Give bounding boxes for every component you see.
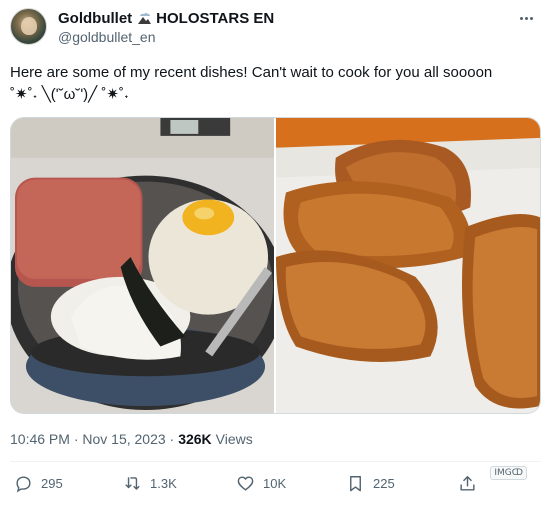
like-button[interactable]: 10K xyxy=(236,474,286,493)
photo-fried-chicken[interactable] xyxy=(276,118,540,413)
img-badge[interactable]: IMGↀ xyxy=(490,466,527,480)
views-count: 326K xyxy=(178,431,212,447)
user-handle[interactable]: @goldbullet_en xyxy=(58,29,156,45)
photo-spam-egg-rice[interactable] xyxy=(11,118,274,413)
share-icon xyxy=(460,476,475,491)
views-label: Views xyxy=(215,431,253,447)
cloud-mountain-icon xyxy=(138,12,152,24)
timestamp[interactable]: 10:46 PM · Nov 15, 2023 · xyxy=(10,431,174,447)
action-bar: 295 1.3K 10K 225 IMGↀ xyxy=(10,466,541,500)
reply-icon xyxy=(16,476,31,493)
repost-icon xyxy=(125,477,140,490)
bookmark-icon xyxy=(350,476,361,492)
display-name-suffix[interactable]: HOLOSTARS EN xyxy=(156,10,274,27)
repost-count: 1.3K xyxy=(150,476,177,491)
more-icon[interactable] xyxy=(515,10,537,26)
name-row: Goldbullet HOLOSTARS EN xyxy=(58,10,274,27)
bookmark-count: 225 xyxy=(373,476,395,491)
display-name[interactable]: Goldbullet xyxy=(58,10,132,27)
heart-icon xyxy=(237,476,254,491)
like-count: 10K xyxy=(263,476,287,491)
tweet-text: Here are some of my recent dishes! Can't… xyxy=(10,64,493,103)
avatar[interactable] xyxy=(10,8,47,45)
bookmark-button[interactable]: 225 xyxy=(346,474,395,493)
divider xyxy=(10,461,541,462)
reply-button[interactable]: 295 xyxy=(14,474,63,493)
reply-count: 295 xyxy=(41,476,63,491)
repost-button[interactable]: 1.3K xyxy=(123,474,177,493)
share-button[interactable] xyxy=(458,474,477,493)
tweet-header: Goldbullet HOLOSTARS EN @goldbullet_en xyxy=(10,8,541,48)
tweet-media xyxy=(10,117,541,414)
tweet-meta: 10:46 PM · Nov 15, 2023 · 326K Views xyxy=(10,431,253,447)
